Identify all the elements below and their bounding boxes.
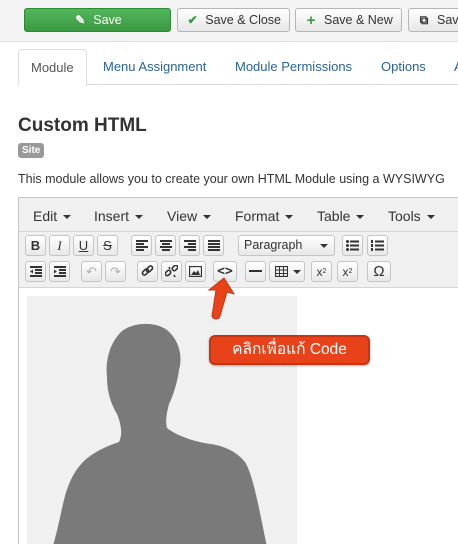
- profile-photo-placeholder: [27, 296, 297, 544]
- align-justify-glyph: [207, 240, 220, 251]
- tab-module[interactable]: Module: [18, 49, 87, 86]
- menu-table[interactable]: Table: [317, 208, 365, 224]
- align-center-icon[interactable]: [155, 235, 176, 256]
- caret-down-icon: [320, 244, 328, 248]
- editor-toolbar-row-2: ↶ ↷ <> x2 x2 Ω: [19, 258, 458, 288]
- caret-down-icon: [285, 215, 294, 220]
- link-icon[interactable]: [137, 261, 158, 282]
- tab-menu-assignment[interactable]: Menu Assignment: [103, 49, 206, 85]
- image-icon[interactable]: [185, 261, 206, 282]
- caret-down-icon: [135, 215, 144, 220]
- horizontal-rule-glyph: [249, 270, 262, 272]
- menu-view[interactable]: View: [167, 208, 212, 224]
- editor-menubar: Edit Insert View Format Table Tools: [19, 198, 458, 232]
- outdent-icon[interactable]: [25, 261, 46, 282]
- wysiwyg-editor: Edit Insert View Format Table Tools B I …: [18, 197, 458, 544]
- action-toolbar: ✎ Save ✔ Save & Close + Save & New ⧉ Sav: [0, 0, 458, 42]
- menu-edit[interactable]: Edit: [33, 208, 72, 224]
- tab-bar: Module Menu Assignment Module Permission…: [18, 49, 458, 86]
- save-copy-button[interactable]: ⧉ Sav: [408, 8, 458, 32]
- bullet-list-glyph: [346, 240, 359, 251]
- annotation-callout: คลิกเพื่อแก้ Code: [209, 335, 370, 365]
- special-character-icon[interactable]: Ω: [367, 261, 391, 282]
- image-glyph: [189, 266, 202, 277]
- menu-tools[interactable]: Tools: [388, 208, 435, 224]
- numbered-list-icon[interactable]: [367, 235, 388, 256]
- save-label: Save: [93, 13, 122, 27]
- site-badge: Site: [18, 143, 45, 158]
- tab-advanced[interactable]: A: [454, 49, 458, 85]
- align-right-glyph: [183, 240, 196, 251]
- editor-content-area[interactable]: [19, 289, 458, 544]
- unlink-icon[interactable]: [161, 261, 182, 282]
- plus-icon: +: [306, 11, 316, 29]
- undo-icon[interactable]: ↶: [81, 261, 102, 282]
- bold-icon[interactable]: B: [25, 235, 46, 256]
- format-select-value: Paragraph: [244, 238, 303, 252]
- subscript-icon[interactable]: x2: [311, 261, 332, 282]
- annotation-arrow-icon: [207, 277, 235, 320]
- table-glyph: [275, 266, 288, 277]
- align-center-glyph: [159, 240, 172, 251]
- indent-icon[interactable]: [49, 261, 70, 282]
- indent-glyph: [53, 266, 66, 277]
- align-right-icon[interactable]: [179, 235, 200, 256]
- person-silhouette-icon: [53, 323, 267, 544]
- save-new-label: Save & New: [324, 13, 393, 27]
- page-title: Custom HTML: [18, 115, 147, 136]
- save-close-button[interactable]: ✔ Save & Close: [177, 8, 290, 32]
- save-button[interactable]: ✎ Save: [24, 8, 171, 32]
- menu-format[interactable]: Format: [235, 208, 294, 224]
- horizontal-rule-icon[interactable]: [245, 261, 266, 282]
- check-icon: ✔: [187, 13, 198, 27]
- outdent-glyph: [29, 266, 42, 277]
- save-copy-label: Sav: [437, 13, 458, 27]
- menu-insert[interactable]: Insert: [94, 208, 144, 224]
- superscript-icon[interactable]: x2: [337, 261, 358, 282]
- numbered-list-glyph: [371, 240, 384, 251]
- save-new-button[interactable]: + Save & New: [295, 8, 402, 32]
- strikethrough-icon[interactable]: S: [97, 235, 118, 256]
- editor-toolbar-row-1: B I U S Paragraph: [19, 232, 458, 258]
- table-icon[interactable]: [269, 261, 305, 282]
- save-close-label: Save & Close: [205, 13, 281, 27]
- align-left-icon[interactable]: [131, 235, 152, 256]
- bullet-list-icon[interactable]: [342, 235, 363, 256]
- align-left-glyph: [135, 240, 148, 251]
- format-select[interactable]: Paragraph: [238, 235, 335, 256]
- tab-module-permissions[interactable]: Module Permissions: [235, 49, 352, 85]
- edit-icon: ✎: [75, 13, 86, 27]
- redo-icon[interactable]: ↷: [105, 261, 126, 282]
- italic-icon[interactable]: I: [49, 235, 70, 256]
- caret-down-icon: [356, 215, 365, 220]
- module-description: This module allows you to create your ow…: [18, 172, 445, 186]
- unlink-glyph: [165, 265, 178, 278]
- copy-icon: ⧉: [419, 12, 429, 27]
- tab-options[interactable]: Options: [381, 49, 426, 85]
- link-glyph: [141, 265, 154, 276]
- caret-down-icon: [426, 215, 435, 220]
- caret-down-icon: [63, 215, 72, 220]
- caret-down-icon: [203, 215, 212, 220]
- underline-icon[interactable]: U: [73, 235, 94, 256]
- caret-down-icon: [293, 269, 301, 274]
- align-justify-icon[interactable]: [203, 235, 224, 256]
